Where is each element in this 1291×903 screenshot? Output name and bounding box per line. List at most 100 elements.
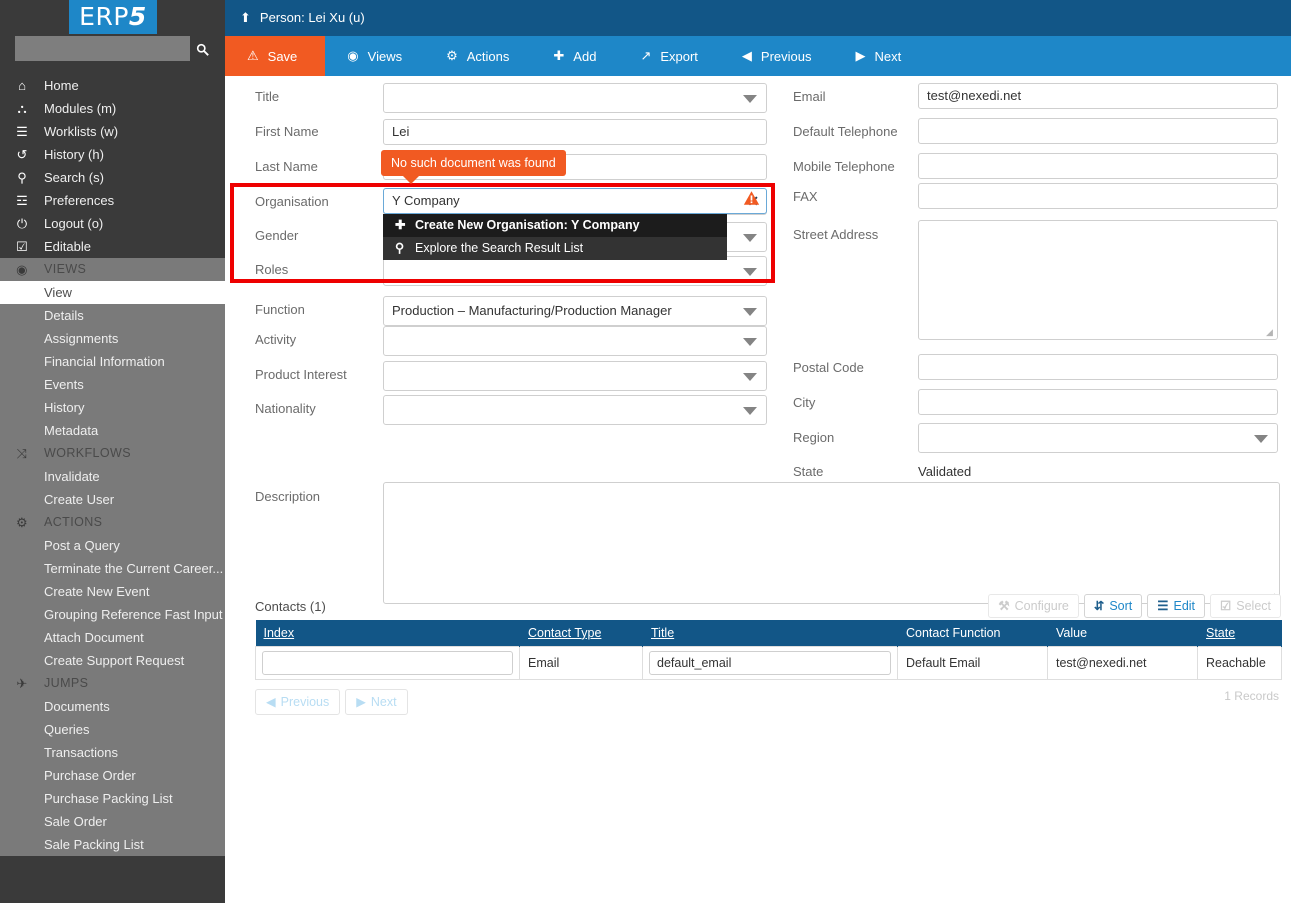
export-button[interactable]: ↗ Export [618,36,719,76]
sidebar-item-purchase-packing-list[interactable]: Purchase Packing List [0,787,225,810]
sidebar-item-label: ACTIONS [44,515,103,529]
sidebar-item-post-a-query[interactable]: Post a Query [0,534,225,557]
product-interest-select[interactable] [383,361,767,391]
search-input[interactable] [15,36,190,61]
table-row[interactable]: Email default_email Default Email test@nexe… [255,645,1282,680]
sidebar-item-sale-order[interactable]: Sale Order [0,810,225,833]
index-input[interactable] [262,650,513,675]
resize-grip-icon[interactable]: ◢ [1266,328,1275,337]
sidebar-item-worklists-w[interactable]: ☰ Worklists (w) [0,120,225,143]
autocomplete-option-0[interactable]: ✚ Create New Organisation: Y Company [383,214,727,237]
column-header-label: Contact Function [906,625,1001,640]
sidebar-item-financial-information[interactable]: Financial Information [0,350,225,373]
function-select[interactable]: Production – Manufacturing/Production Ma… [383,296,767,326]
sidebar-item-terminate-the-current-career[interactable]: Terminate the Current Career... [0,557,225,580]
warning-triangle-icon [743,190,760,209]
sidebar-item-home[interactable]: ⌂ Home [0,74,225,97]
sidebar-item-history-h[interactable]: ↺ History (h) [0,143,225,166]
activity-select[interactable] [383,326,767,356]
autocomplete-option-label: Explore the Search Result List [415,241,584,255]
sidebar-item-metadata[interactable]: Metadata [0,419,225,442]
sidebar-item-label: Sale Order [44,814,107,829]
column-header-contact-type[interactable]: Contact Type [519,620,643,646]
column-header-contact-function: Contact Function [897,620,1048,646]
first-name-value: Lei [392,124,410,139]
title-select[interactable] [383,83,767,113]
save-button[interactable]: ⚠ Save [225,36,326,76]
organisation-input[interactable]: Y Company ✕ [383,188,767,214]
description-textarea[interactable]: ◢ [383,482,1280,604]
sidebar-item-sale-packing-list[interactable]: Sale Packing List [0,833,225,856]
sidebar-item-editable[interactable]: ☑ Editable [0,235,225,258]
power-icon: ⏻ [16,216,28,231]
sidebar-item-attach-document[interactable]: Attach Document [0,626,225,649]
views-button[interactable]: ◉ Views [325,36,424,76]
default-telephone-input[interactable] [918,118,1278,144]
search-icon[interactable] [192,38,212,59]
street-address-textarea[interactable]: ◢ [918,220,1278,340]
sort-button[interactable]: ⇵ Sort [1083,594,1143,618]
cell-index[interactable] [255,645,520,680]
function-select-value: Production – Manufacturing/Production Ma… [392,303,672,318]
sidebar-item-preferences[interactable]: ☲ Preferences [0,189,225,212]
sidebar-item-search-s[interactable]: ⚲ Search (s) [0,166,225,189]
actions-button[interactable]: ⚙ Actions [424,36,531,76]
region-select[interactable] [918,423,1278,453]
previous-page-button[interactable]: ◀ Previous [255,688,341,715]
cell-title[interactable]: default_email [642,645,898,680]
column-header-state[interactable]: State [1197,620,1282,646]
mobile-telephone-input[interactable] [918,153,1278,179]
sidebar-item-logout-o[interactable]: ⏻ Logout (o) [0,212,225,235]
sidebar-item-grouping-reference-fast-input[interactable]: Grouping Reference Fast Input [0,603,225,626]
sidebar-item-view[interactable]: View [0,281,225,304]
erp5-logo[interactable]: ERP5 [69,0,157,34]
autocomplete-option-1[interactable]: ⚲ Explore the Search Result List [383,237,727,260]
sidebar-item-modules-m[interactable]: ⛬ Modules (m) [0,97,225,120]
sidebar-item-create-user[interactable]: Create User [0,488,225,511]
sidebar-item-label: Home [44,78,79,93]
plus-icon: ✚ [553,48,565,63]
eye-icon: ◉ [347,48,359,63]
column-header-index[interactable]: Index [255,620,520,646]
cell-contact-function: Default Email [897,645,1048,680]
edit-label: Edit [1173,599,1196,613]
wrench-icon: ⚒ [998,599,1010,613]
postal-code-input[interactable] [918,354,1278,380]
sidebar-item-history[interactable]: History [0,396,225,419]
sidebar-item-transactions[interactable]: Transactions [0,741,225,764]
title-input[interactable]: default_email [649,650,891,675]
sidebar-item-details[interactable]: Details [0,304,225,327]
sidebar-item-views: ◉ VIEWS [0,258,225,281]
sidebar-item-label: JUMPS [44,676,89,690]
next-button[interactable]: ▶ Next [834,36,924,76]
column-header-title[interactable]: Title [642,620,898,646]
fax-input[interactable] [918,183,1278,209]
sidebar-item-queries[interactable]: Queries [0,718,225,741]
sidebar-item-label: Post a Query [44,538,120,553]
first-name-input[interactable]: Lei [383,119,767,145]
save-label: Save [267,48,298,64]
previous-page-label: Previous [280,694,330,709]
previous-button[interactable]: ◀ Previous [720,36,834,76]
sidebar-item-create-new-event[interactable]: Create New Event [0,580,225,603]
search-icon: ⚲ [395,241,405,255]
sidebar-item-label: View [44,285,72,300]
roles-select[interactable] [383,256,767,286]
sidebar-item-documents[interactable]: Documents [0,695,225,718]
email-input[interactable]: test@nexedi.net [918,83,1278,109]
up-arrow-icon[interactable]: ⬆ [240,10,251,25]
city-input[interactable] [918,389,1278,415]
sidebar-item-actions: ⚙ ACTIONS [0,511,225,534]
nationality-select[interactable] [383,395,767,425]
sidebar-item-assignments[interactable]: Assignments [0,327,225,350]
sidebar-item-purchase-order[interactable]: Purchase Order [0,764,225,787]
sidebar-item-label: Logout (o) [44,216,104,231]
add-button[interactable]: ✚ Add [531,36,618,76]
sidebar-item-workflows: ⤨ WORKFLOWS [0,442,225,465]
sidebar-item-events[interactable]: Events [0,373,225,396]
edit-button[interactable]: ☰ Edit [1147,594,1206,618]
sidebar-item-label: Financial Information [44,354,165,369]
sidebar-item-create-support-request[interactable]: Create Support Request [0,649,225,672]
next-page-button[interactable]: ▶ Next [345,688,408,715]
sidebar-item-invalidate[interactable]: Invalidate [0,465,225,488]
